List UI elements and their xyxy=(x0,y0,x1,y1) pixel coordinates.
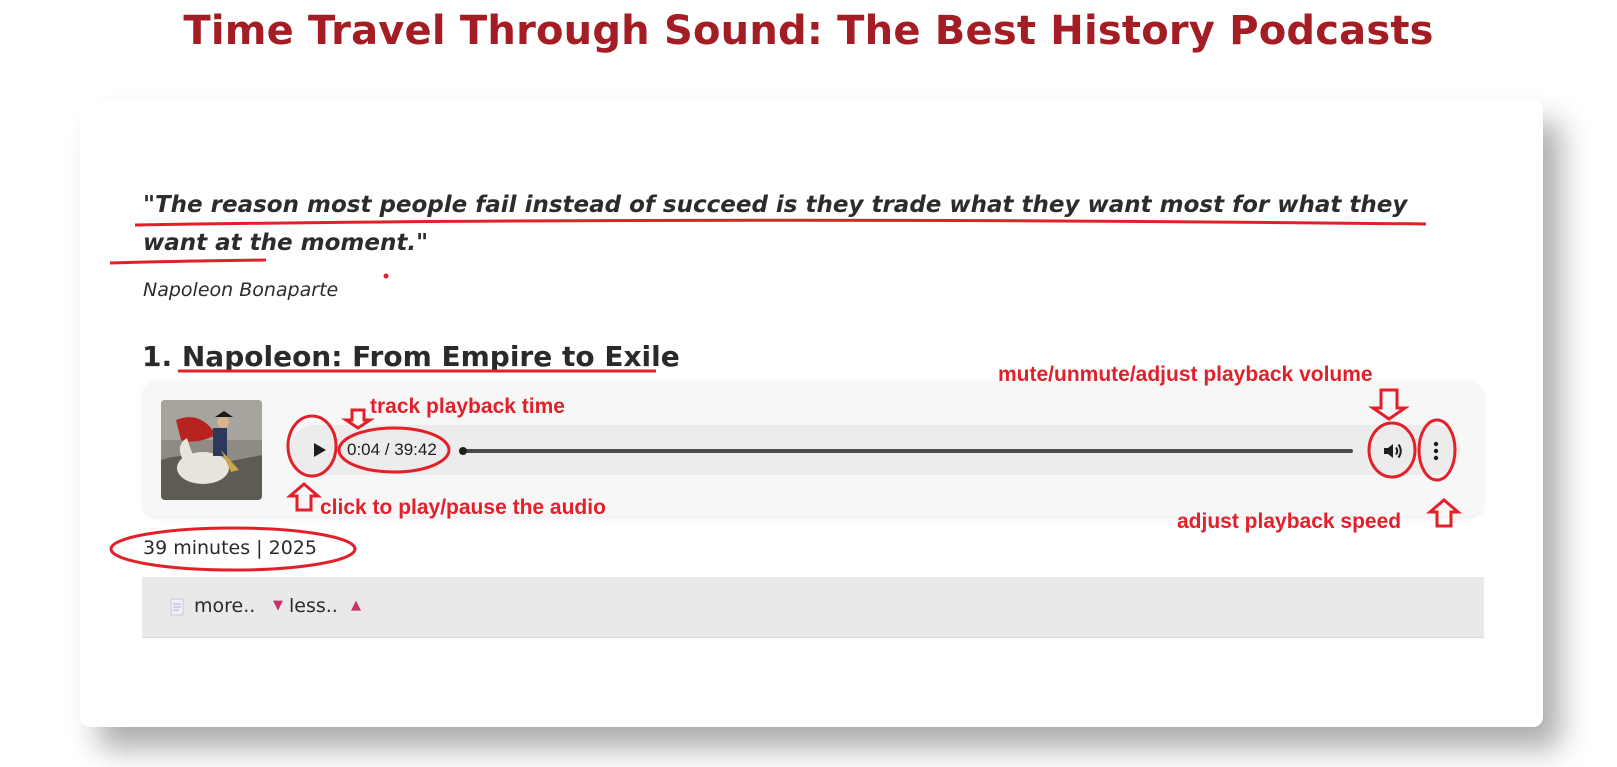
document-icon xyxy=(170,598,184,616)
volume-icon xyxy=(1384,443,1402,459)
playback-options-button[interactable] xyxy=(1421,431,1451,471)
annotation-volume: mute/unmute/adjust playback volume xyxy=(998,363,1373,386)
episode-thumbnail xyxy=(161,400,262,500)
episode-heading: 1. Napoleon: From Empire to Exile xyxy=(142,340,680,373)
quote-author: Napoleon Bonaparte xyxy=(143,279,339,301)
annotation-track-time: track playback time xyxy=(370,395,565,418)
episode-number: 1. xyxy=(142,340,173,373)
volume-button[interactable] xyxy=(1373,431,1413,471)
details-toggle-bar: more.. ▼ less.. ▲ xyxy=(142,577,1484,638)
annotation-play-pause: click to play/pause the audio xyxy=(320,496,606,519)
play-button[interactable] xyxy=(300,430,340,470)
less-toggle[interactable]: less.. xyxy=(289,595,338,617)
more-vertical-icon xyxy=(1433,441,1439,461)
episode-title-link[interactable]: Napoleon: From Empire to Exile xyxy=(182,340,680,373)
annotation-speed: adjust playback speed xyxy=(1177,510,1402,533)
play-icon xyxy=(314,443,326,457)
more-toggle[interactable]: more.. xyxy=(194,595,255,617)
episode-meta: 39 minutes | 2025 xyxy=(143,537,317,559)
triangle-down-icon[interactable]: ▼ xyxy=(273,598,283,613)
seek-bar[interactable] xyxy=(461,449,1353,453)
seek-knob[interactable] xyxy=(458,447,467,455)
page-title: Time Travel Through Sound: The Best Hist… xyxy=(183,8,1434,54)
triangle-up-icon[interactable]: ▲ xyxy=(351,598,361,613)
playback-time: 0:04 / 39:42 xyxy=(347,440,437,459)
quote-text: "The reason most people fail instead of … xyxy=(143,192,1408,256)
